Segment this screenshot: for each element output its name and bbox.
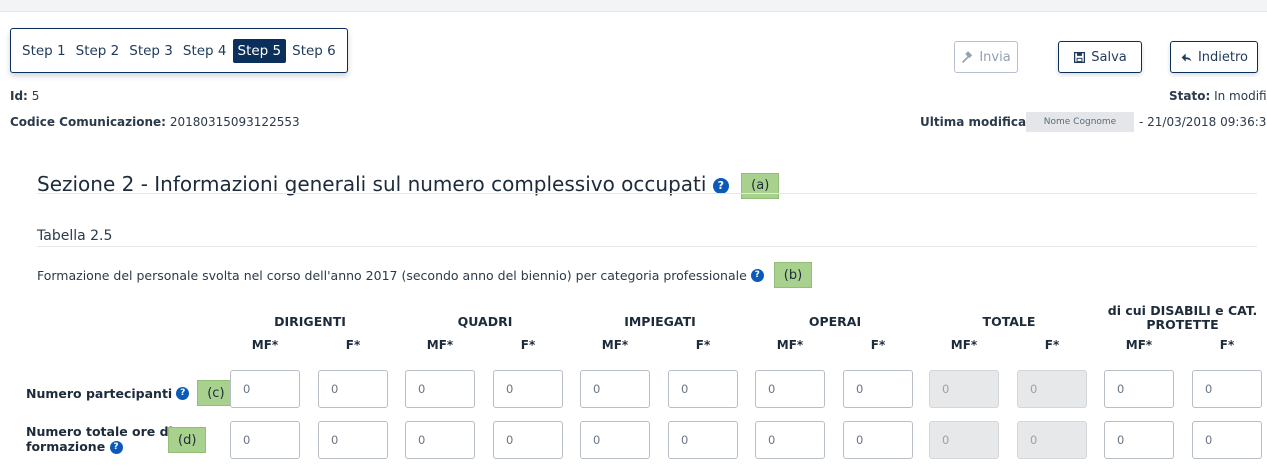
step-navigation: Step 1 Step 2 Step 3 Step 4 Step 5 Step … [10, 28, 348, 73]
subheader-mf: MF* [251, 338, 279, 352]
annotation-b: (b) [773, 262, 813, 288]
table-description-text: Formazione del personale svolta nel cors… [37, 267, 747, 283]
subheader-mf: MF* [601, 338, 629, 352]
col-totale: TOTALE [982, 314, 1036, 329]
help-icon[interactable]: ? [176, 386, 190, 400]
save-button[interactable]: Salva [1058, 41, 1142, 73]
last-modified-label: Ultima modifica: [920, 115, 1031, 129]
last-modified-user: Nome Cognome [1026, 112, 1134, 132]
input-hours-disabili-f[interactable]: 0 [1192, 421, 1262, 459]
step-4[interactable]: Step 4 [179, 39, 231, 63]
input-participants-dirigenti-f[interactable]: 0 [318, 370, 388, 408]
input-participants-dirigenti-mf[interactable]: 0 [230, 370, 300, 408]
code-value: 20180315093122553 [169, 115, 300, 129]
subheader-f: F* [695, 338, 711, 352]
input-hours-quadri-mf[interactable]: 0 [405, 421, 475, 459]
input-hours-dirigenti-f[interactable]: 0 [318, 421, 388, 459]
step-5[interactable]: Step 5 [232, 38, 287, 63]
subheader-mf: MF* [950, 338, 978, 352]
step-3[interactable]: Step 3 [125, 39, 177, 63]
back-label: Indietro [1197, 49, 1249, 65]
record-id: Id: 5 [10, 89, 39, 103]
row-label-participants-text: Numero partecipanti [26, 385, 173, 401]
row-label-hours: Numero totale ore di formazione ? [26, 424, 176, 454]
annotation-d: (d) [168, 427, 207, 453]
gavel-icon [962, 50, 973, 63]
top-bar [0, 0, 1267, 12]
input-participants-quadri-mf[interactable]: 0 [405, 370, 475, 408]
code-label: Codice Comunicazione: [10, 115, 166, 129]
save-icon [1074, 51, 1086, 63]
input-participants-disabili-mf[interactable]: 0 [1104, 370, 1174, 408]
table-label: Tabella 2.5 [37, 228, 113, 244]
table-divider [37, 246, 1257, 247]
last-modified-date: - 21/03/2018 09:36:36 [1139, 115, 1267, 129]
last-modified-label-wrap: Ultima modifica: [920, 115, 1031, 129]
input-hours-operai-mf[interactable]: 0 [755, 421, 825, 459]
input-hours-operai-f[interactable]: 0 [843, 421, 913, 459]
id-value: 5 [31, 89, 40, 103]
subheader-f: F* [1044, 338, 1060, 352]
input-hours-disabili-mf[interactable]: 0 [1104, 421, 1174, 459]
input-participants-operai-f[interactable]: 0 [843, 370, 913, 408]
subheader-f: F* [520, 338, 536, 352]
input-participants-quadri-f[interactable]: 0 [493, 370, 563, 408]
id-label: Id: [10, 89, 28, 103]
col-dirigenti: DIRIGENTI [274, 314, 346, 329]
step-1[interactable]: Step 1 [18, 39, 70, 63]
step-2[interactable]: Step 2 [72, 39, 124, 63]
total-hours-mf: 0 [929, 421, 999, 459]
col-operai: OPERAI [808, 314, 862, 329]
subheader-mf: MF* [776, 338, 804, 352]
total-participants-mf: 0 [929, 370, 999, 408]
row-label-hours-text: Numero totale ore di formazione [26, 424, 173, 454]
section-title: Sezione 2 - Informazioni generali sul nu… [37, 172, 780, 199]
subheader-f: F* [1219, 338, 1235, 352]
col-disabili: di cui DISABILI e CAT. PROTETTE [1107, 303, 1258, 332]
help-icon[interactable]: ? [109, 441, 123, 454]
subheader-f: F* [345, 338, 361, 352]
status-value: In modifica [1214, 89, 1267, 103]
status-label: Stato: [1169, 89, 1211, 103]
help-icon[interactable]: ? [750, 268, 764, 282]
send-label: Invia [979, 49, 1011, 65]
col-quadri: QUADRI [457, 314, 513, 329]
record-code: Codice Comunicazione: 20180315093122553 [10, 115, 300, 129]
input-participants-operai-mf[interactable]: 0 [755, 370, 825, 408]
total-hours-f: 0 [1017, 421, 1087, 459]
input-hours-quadri-f[interactable]: 0 [493, 421, 563, 459]
total-participants-f: 0 [1017, 370, 1087, 408]
row-label-participants: Numero partecipanti ? (c) [26, 380, 235, 406]
annotation-a: (a) [741, 172, 780, 199]
input-hours-dirigenti-mf[interactable]: 0 [230, 421, 300, 459]
table-description: Formazione del personale svolta nel cors… [37, 262, 813, 288]
input-participants-impiegati-mf[interactable]: 0 [580, 370, 650, 408]
help-icon[interactable]: ? [712, 177, 729, 194]
col-impiegati: IMPIEGATI [624, 314, 696, 329]
input-participants-impiegati-f[interactable]: 0 [668, 370, 738, 408]
record-status: Stato: In modifica [1169, 89, 1267, 103]
subheader-mf: MF* [1125, 338, 1153, 352]
section-divider [37, 193, 1257, 194]
input-participants-disabili-f[interactable]: 0 [1192, 370, 1262, 408]
reply-arrow-icon [1181, 52, 1192, 62]
step-6[interactable]: Step 6 [288, 39, 340, 63]
send-button[interactable]: Invia [954, 41, 1018, 73]
annotation-c: (c) [197, 380, 235, 406]
input-hours-impiegati-f[interactable]: 0 [668, 421, 738, 459]
save-label: Salva [1091, 49, 1127, 65]
subheader-mf: MF* [426, 338, 454, 352]
back-button[interactable]: Indietro [1170, 41, 1258, 73]
subheader-f: F* [870, 338, 886, 352]
input-hours-impiegati-mf[interactable]: 0 [580, 421, 650, 459]
